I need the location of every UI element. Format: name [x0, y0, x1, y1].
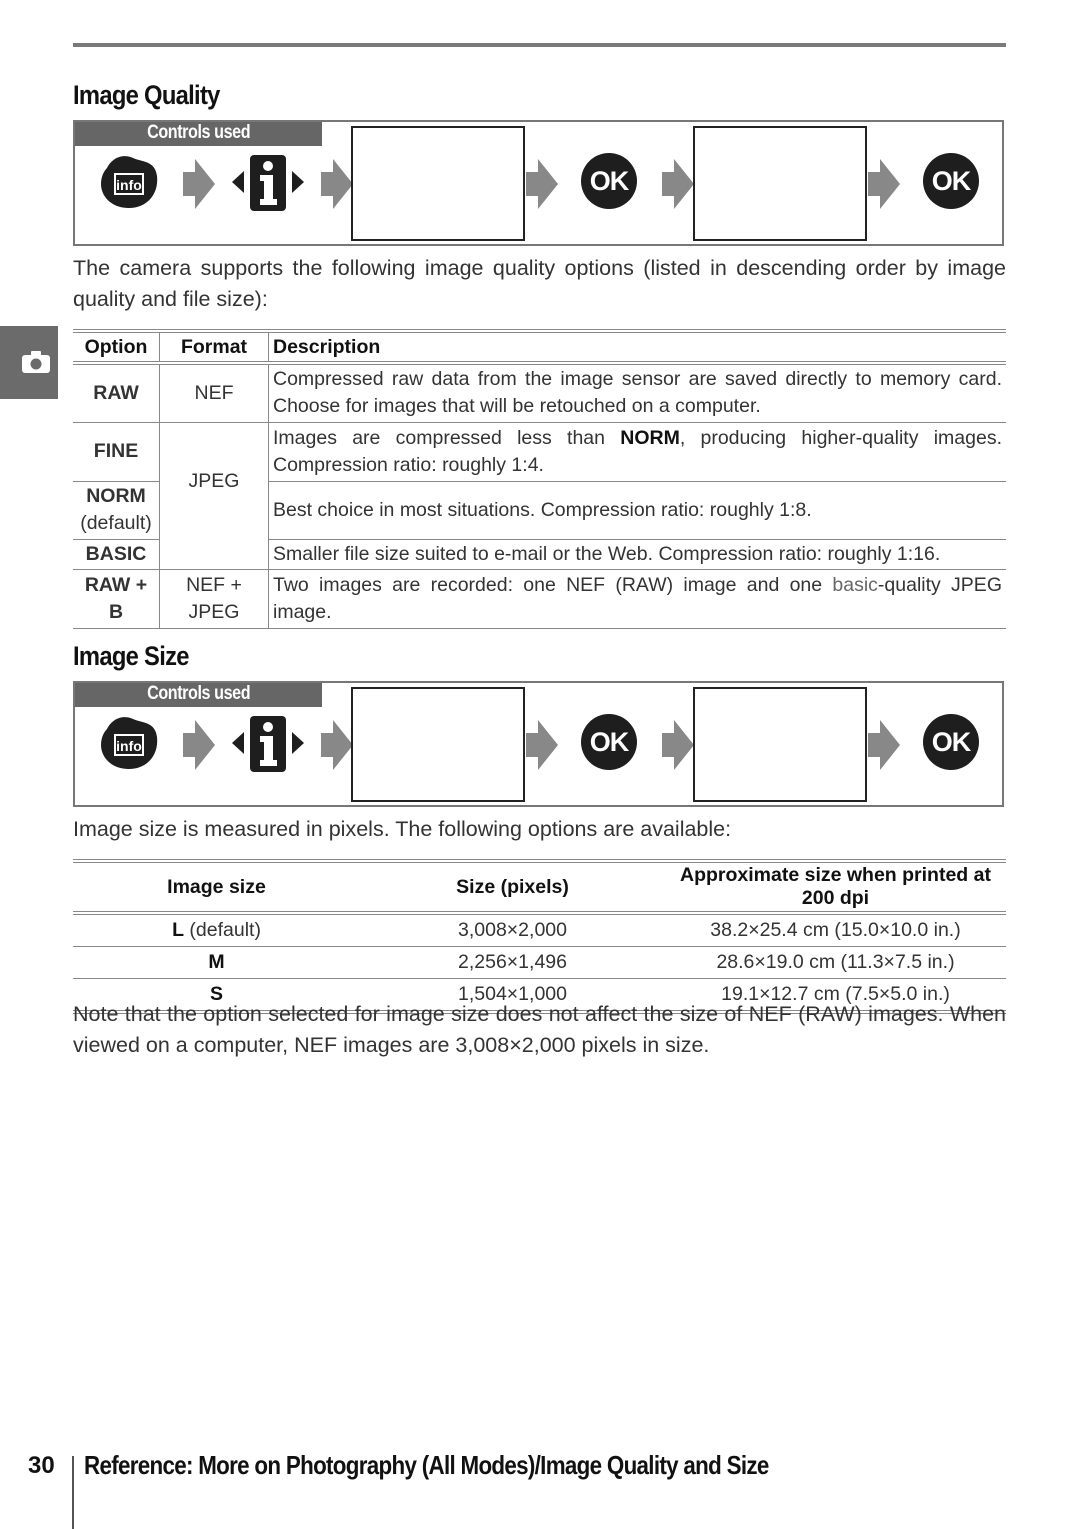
format-cell: NEF + JPEG	[159, 569, 269, 629]
top-rule	[73, 43, 1006, 47]
arrow-right-icon	[526, 720, 558, 770]
arrow-right-icon	[183, 720, 215, 770]
table-row: M 2,256×1,496 28.6×19.0 cm (11.3×7.5 in.…	[73, 946, 1006, 979]
info-i-multiselector-icon	[232, 716, 304, 772]
image-size-note: Note that the option selected for image …	[73, 1002, 1006, 1057]
description-cell: Best choice in most situations. Compress…	[268, 481, 1006, 540]
controls-used-label: Controls used	[75, 683, 322, 707]
controls-used-label: Controls used	[75, 122, 322, 146]
header-description: Description	[268, 329, 1006, 365]
table-row: RAW + B NEF + JPEG Two images are record…	[73, 569, 1006, 629]
camera-icon	[22, 351, 50, 373]
controls-used-box: Controls used info OK OK	[73, 120, 1004, 246]
section-tab	[0, 326, 58, 399]
page-number: 30	[28, 1452, 55, 1479]
header-option: Option	[73, 329, 160, 365]
arrow-right-icon	[868, 159, 900, 209]
table-header-row: Option Format Description	[73, 329, 1006, 365]
print-size-cell: 28.6×19.0 cm (11.3×7.5 in.)	[665, 946, 1006, 979]
ok-button-icon: OK	[581, 153, 637, 209]
table-header-row: Image size Size (pixels) Approximate siz…	[73, 859, 1006, 915]
header-image-size: Image size	[73, 859, 360, 915]
option-cell: RAW	[73, 363, 160, 423]
option-cell: BASIC	[73, 539, 160, 570]
section-title-image-quality: Image Quality	[73, 80, 220, 110]
option-cell: RAW + B	[73, 569, 160, 629]
menu-screen-placeholder	[351, 126, 525, 241]
arrow-right-icon	[526, 159, 558, 209]
size-option-cell: L (default)	[73, 913, 360, 947]
info-i-multiselector-icon	[232, 155, 304, 211]
format-cell: JPEG	[159, 422, 269, 570]
image-size-table: Image size Size (pixels) Approximate siz…	[73, 859, 1006, 1014]
print-size-cell: 38.2×25.4 cm (15.0×10.0 in.)	[665, 913, 1006, 947]
description-cell: Two images are recorded: one NEF (RAW) i…	[268, 569, 1006, 629]
pixels-cell: 3,008×2,000	[360, 913, 665, 947]
arrow-right-icon	[321, 720, 353, 770]
option-cell: FINE	[73, 422, 160, 482]
table-row: L (default) 3,008×2,000 38.2×25.4 cm (15…	[73, 913, 1006, 947]
ok-button-icon: OK	[923, 153, 979, 209]
image-size-intro: Image size is measured in pixels. The fo…	[73, 817, 732, 841]
menu-screen-placeholder	[693, 126, 867, 241]
section-title-image-size: Image Size	[73, 641, 189, 671]
description-cell: Images are compressed less than NORM, pr…	[268, 422, 1006, 482]
svg-text:info: info	[116, 177, 142, 193]
arrow-right-icon	[321, 159, 353, 209]
footer-divider	[72, 1456, 74, 1529]
header-size-pixels: Size (pixels)	[360, 859, 665, 915]
svg-text:info: info	[116, 738, 142, 754]
format-cell: NEF	[159, 363, 269, 423]
description-cell: Compressed raw data from the image senso…	[268, 363, 1006, 423]
header-format: Format	[159, 329, 269, 365]
ok-button-icon: OK	[923, 714, 979, 770]
description-cell: Smaller file size suited to e-mail or th…	[268, 539, 1006, 570]
table-row: RAW NEF Compressed raw data from the ima…	[73, 363, 1006, 423]
ok-button-icon: OK	[581, 714, 637, 770]
image-quality-intro: The camera supports the following image …	[73, 256, 1006, 311]
arrow-right-icon	[183, 159, 215, 209]
info-button-icon: info	[101, 156, 158, 208]
arrow-right-icon	[662, 720, 694, 770]
pixels-cell: 2,256×1,496	[360, 946, 665, 979]
arrow-right-icon	[868, 720, 900, 770]
menu-screen-placeholder	[351, 687, 525, 802]
image-quality-table: Option Format Description RAW NEF Compre…	[73, 329, 1006, 629]
arrow-right-icon	[662, 159, 694, 209]
option-cell: NORM (default)	[73, 481, 160, 540]
header-print-size: Approximate size when printed at 200 dpi	[665, 859, 1006, 915]
size-option-cell: M	[73, 946, 360, 979]
table-row: FINE JPEG Images are compressed less tha…	[73, 422, 1006, 570]
menu-screen-placeholder	[693, 687, 867, 802]
footer-running-title: Reference: More on Photography (All Mode…	[84, 1450, 769, 1480]
controls-used-box: Controls used info OK OK	[73, 681, 1004, 807]
info-button-icon: info	[101, 717, 158, 769]
